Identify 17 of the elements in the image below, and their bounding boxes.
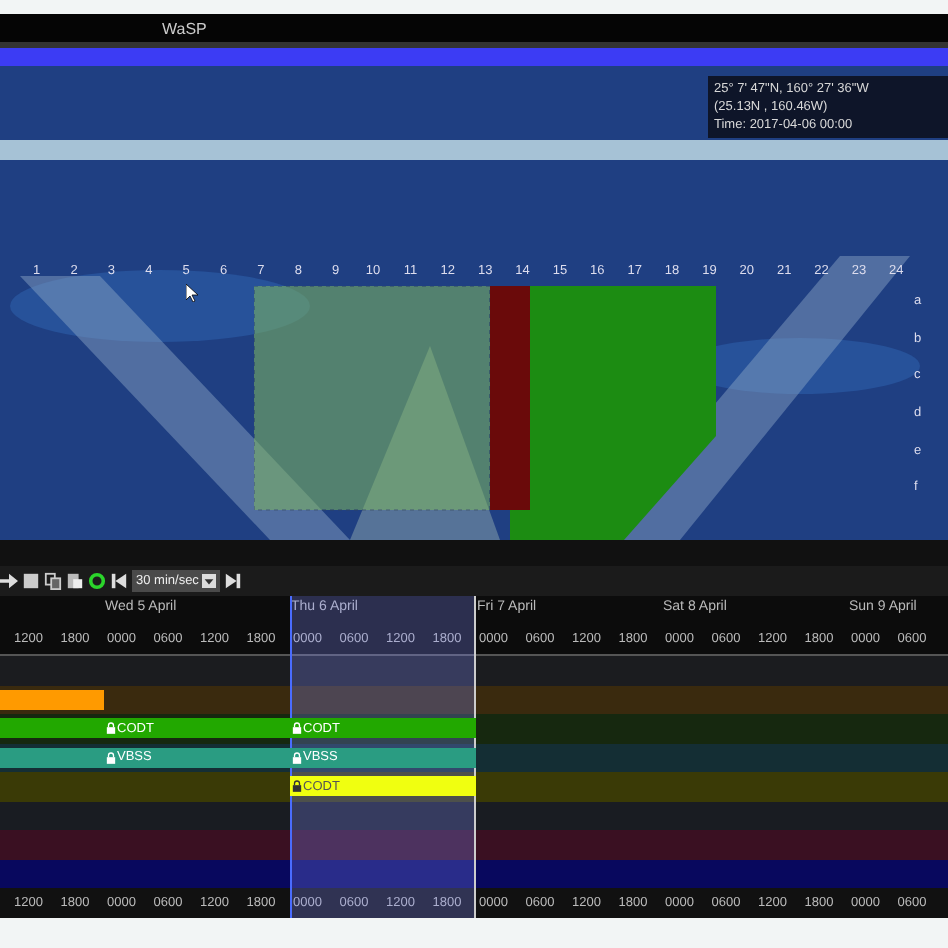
copy-icon[interactable]: [44, 572, 62, 590]
arrow-icon[interactable]: [0, 572, 18, 590]
lock-icon: [291, 751, 301, 763]
lock-icon: [291, 722, 301, 734]
lock-icon: [105, 722, 115, 734]
paste-icon[interactable]: [66, 572, 84, 590]
skip-back-icon[interactable]: [110, 572, 128, 590]
stop-icon[interactable]: [22, 572, 40, 590]
window-title: WaSP: [162, 19, 207, 37]
cursor-icon: [186, 284, 198, 302]
dropdown-icon: [202, 574, 217, 588]
event-bar[interactable]: [0, 747, 103, 767]
time-selection[interactable]: [289, 596, 475, 918]
lock-icon: [105, 751, 115, 763]
lock-icon: [291, 780, 301, 792]
skip-forward-icon[interactable]: [224, 572, 243, 590]
event-bar[interactable]: [0, 689, 103, 709]
